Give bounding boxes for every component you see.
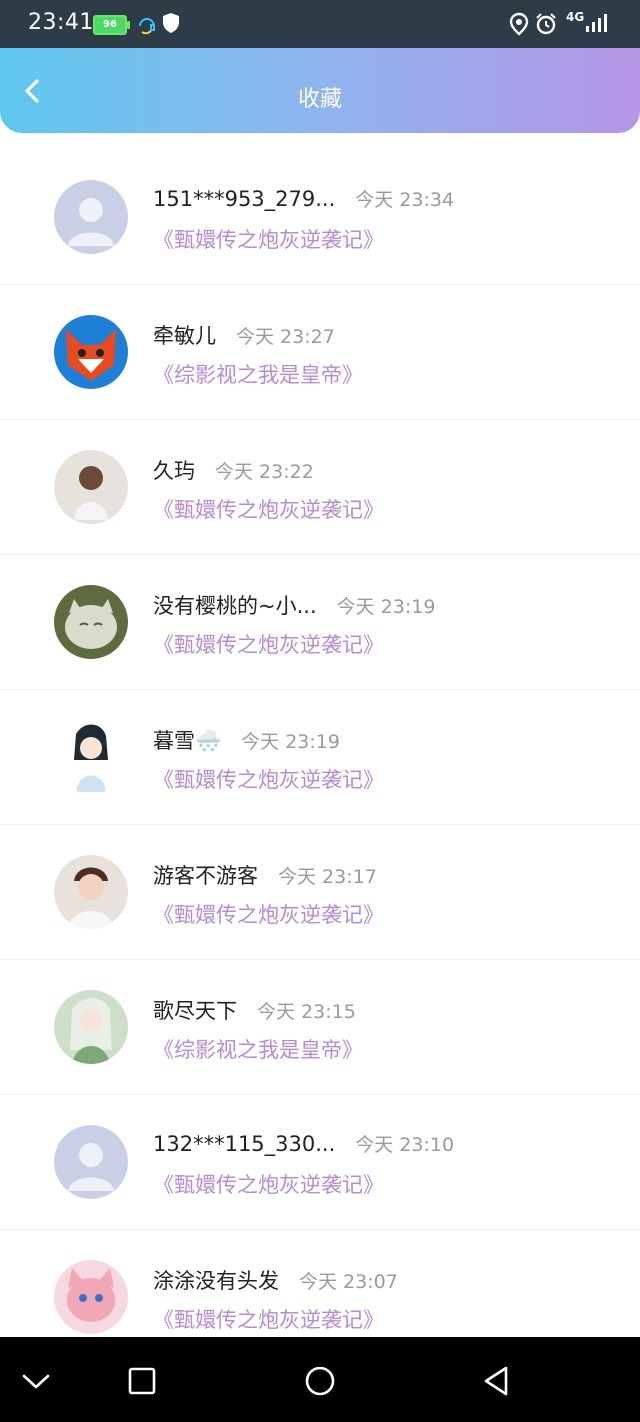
- list-item[interactable]: 久玙 今天 23:22 《甄嬛传之炮灰逆袭记》: [0, 420, 640, 555]
- list-item[interactable]: 151***953_279... 今天 23:34 《甄嬛传之炮灰逆袭记》: [0, 150, 640, 285]
- signal-icon: [586, 14, 607, 32]
- book-title-link[interactable]: 《甄嬛传之炮灰逆袭记》: [153, 1169, 384, 1199]
- book-title-link[interactable]: 《综影视之我是皇帝》: [153, 1034, 363, 1064]
- list-item[interactable]: 游客不游客 今天 23:17 《甄嬛传之炮灰逆袭记》: [0, 825, 640, 960]
- list-item[interactable]: 没有樱桃的~小... 今天 23:19 《甄嬛传之炮灰逆袭记》: [0, 555, 640, 690]
- recents-icon[interactable]: [122, 1361, 162, 1401]
- header-bar: 收藏: [0, 48, 640, 133]
- home-icon[interactable]: [300, 1361, 340, 1401]
- avatar[interactable]: [54, 855, 128, 929]
- user-name: 暮雪🌨️ 今天 23:19: [153, 729, 340, 753]
- timestamp: 今天 23:22: [215, 461, 314, 483]
- timestamp: 今天 23:19: [336, 596, 436, 618]
- location-icon: [509, 12, 529, 36]
- list-item[interactable]: 涂涂没有头发 今天 23:07 《甄嬛传之炮灰逆袭记》: [0, 1230, 640, 1337]
- chevron-down-icon[interactable]: [16, 1361, 56, 1401]
- user-name: 久玙 今天 23:22: [153, 459, 314, 483]
- favorites-list[interactable]: 151***953_279... 今天 23:34 《甄嬛传之炮灰逆袭记》 牵敏儿…: [0, 150, 640, 1337]
- back-nav-icon[interactable]: [476, 1361, 516, 1401]
- status-bar: 23:41 96 4G: [0, 0, 640, 48]
- avatar[interactable]: [54, 1125, 128, 1199]
- headset-icon: [139, 18, 155, 35]
- book-title-link[interactable]: 《甄嬛传之炮灰逆袭记》: [153, 494, 384, 524]
- shield-icon: [163, 13, 179, 33]
- user-name: 涂涂没有头发 今天 23:07: [153, 1269, 398, 1293]
- list-item[interactable]: 牵敏儿 今天 23:27 《综影视之我是皇帝》: [0, 285, 640, 420]
- book-title-link[interactable]: 《甄嬛传之炮灰逆袭记》: [153, 764, 384, 794]
- timestamp: 今天 23:17: [278, 866, 377, 888]
- book-title-link[interactable]: 《甄嬛传之炮灰逆袭记》: [153, 224, 384, 254]
- avatar[interactable]: [54, 585, 128, 659]
- user-name: 没有樱桃的~小... 今天 23:19: [153, 594, 436, 618]
- system-nav-bar: [0, 1337, 640, 1422]
- book-title-link[interactable]: 《甄嬛传之炮灰逆袭记》: [153, 1304, 384, 1334]
- user-name: 151***953_279... 今天 23:34: [153, 187, 455, 211]
- avatar[interactable]: [54, 990, 128, 1064]
- avatar[interactable]: [54, 720, 128, 794]
- timestamp: 今天 23:15: [257, 1001, 356, 1023]
- avatar[interactable]: [54, 180, 128, 254]
- timestamp: 今天 23:34: [355, 189, 455, 211]
- list-item[interactable]: 暮雪🌨️ 今天 23:19 《甄嬛传之炮灰逆袭记》: [0, 690, 640, 825]
- list-item[interactable]: 歌尽天下 今天 23:15 《综影视之我是皇帝》: [0, 960, 640, 1095]
- avatar[interactable]: [54, 450, 128, 524]
- network-type: 4G: [566, 10, 585, 24]
- user-name: 132***115_330... 今天 23:10: [153, 1132, 455, 1156]
- timestamp: 今天 23:27: [236, 326, 335, 348]
- user-name: 游客不游客 今天 23:17: [153, 864, 377, 888]
- alarm-icon: [536, 13, 556, 35]
- timestamp: 今天 23:07: [299, 1271, 398, 1293]
- avatar[interactable]: [54, 1260, 128, 1334]
- timestamp: 今天 23:19: [241, 731, 340, 753]
- timestamp: 今天 23:10: [355, 1134, 455, 1156]
- avatar[interactable]: [54, 315, 128, 389]
- battery-icon: 96: [93, 15, 130, 35]
- book-title-link[interactable]: 《甄嬛传之炮灰逆袭记》: [153, 629, 384, 659]
- page-title: 收藏: [297, 87, 342, 112]
- user-name: 牵敏儿 今天 23:27: [153, 324, 335, 348]
- list-item[interactable]: 132***115_330... 今天 23:10 《甄嬛传之炮灰逆袭记》: [0, 1095, 640, 1230]
- book-title-link[interactable]: 《甄嬛传之炮灰逆袭记》: [153, 899, 384, 929]
- user-name: 歌尽天下 今天 23:15: [153, 999, 356, 1023]
- book-title-link[interactable]: 《综影视之我是皇帝》: [153, 359, 363, 389]
- status-time: 23:41: [28, 10, 94, 35]
